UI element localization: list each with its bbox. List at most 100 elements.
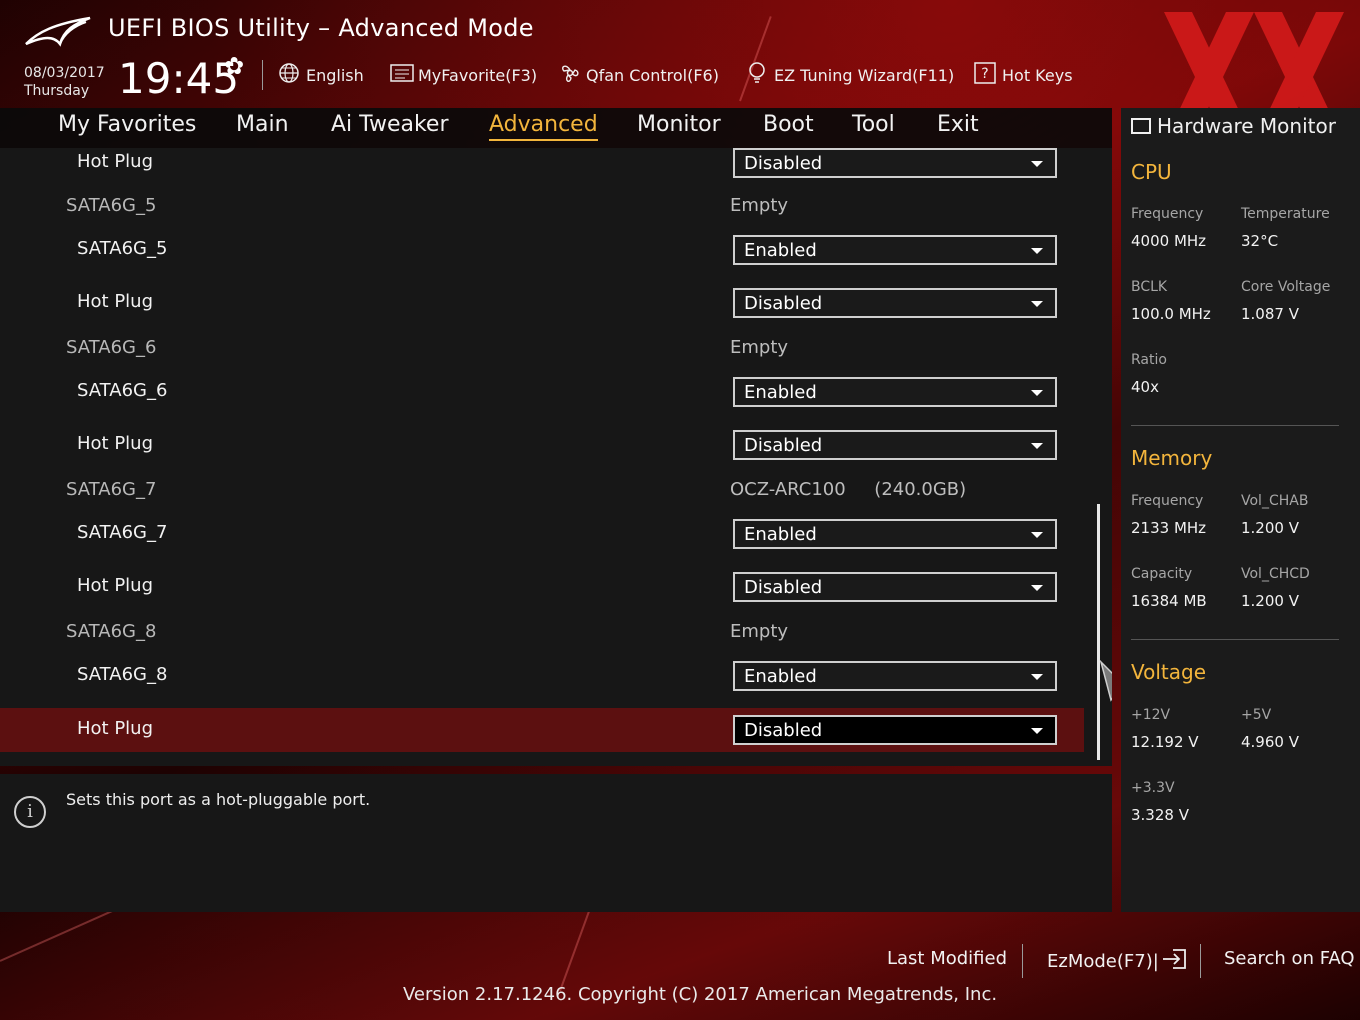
dropdown-value: Enabled bbox=[744, 666, 817, 687]
ezmode-button[interactable]: EzMode(F7)| bbox=[1047, 948, 1187, 975]
v33-value: 3.328 V bbox=[1131, 806, 1189, 824]
settings-gear-icon[interactable]: ✿ bbox=[224, 52, 244, 80]
date-display: 08/03/2017 Thursday bbox=[24, 64, 105, 100]
favorite-list-icon bbox=[390, 63, 414, 88]
exit-arrow-icon bbox=[1161, 948, 1187, 975]
svg-text:?: ? bbox=[981, 66, 988, 82]
tab-my-favorites[interactable]: My Favorites bbox=[58, 112, 196, 137]
globe-icon bbox=[278, 62, 300, 89]
setting-row[interactable]: SATA6G_5 Enabled bbox=[0, 228, 1084, 272]
tab-advanced[interactable]: Advanced bbox=[489, 112, 598, 141]
ratio-label: Ratio bbox=[1131, 352, 1167, 368]
footer-divider bbox=[1022, 944, 1023, 978]
info-icon: i bbox=[14, 796, 46, 828]
chevron-down-icon bbox=[1031, 728, 1043, 734]
setting-dropdown[interactable]: Enabled bbox=[733, 235, 1057, 265]
tab-boot[interactable]: Boot bbox=[763, 112, 814, 137]
date-text: 08/03/2017 bbox=[24, 65, 105, 81]
chevron-down-icon bbox=[1031, 301, 1043, 307]
section-divider bbox=[1131, 425, 1339, 426]
setting-dropdown[interactable]: Disabled bbox=[733, 715, 1057, 745]
chevron-down-icon bbox=[1031, 248, 1043, 254]
v5-label: +5V bbox=[1241, 707, 1272, 723]
setting-row[interactable]: SATA6G_8 Enabled bbox=[0, 654, 1084, 698]
ez-tuning-wizard-label: EZ Tuning Wizard(F11) bbox=[774, 65, 955, 85]
cpu-frequency-label: Frequency bbox=[1131, 206, 1204, 222]
hardware-monitor-label: Hardware Monitor bbox=[1157, 114, 1336, 138]
version-text: Version 2.17.1246. Copyright (C) 2017 Am… bbox=[403, 984, 998, 1005]
capacity-label: Capacity bbox=[1131, 566, 1193, 582]
device-status: OCZ-ARC100 (240.0GB) bbox=[730, 479, 967, 500]
section-divider bbox=[1131, 639, 1339, 640]
footer-divider bbox=[1200, 944, 1201, 978]
setting-row[interactable]: SATA6G_7 Enabled bbox=[0, 512, 1084, 556]
page-title: UEFI BIOS Utility – Advanced Mode bbox=[108, 14, 534, 42]
vol-chab-value: 1.200 V bbox=[1241, 519, 1299, 537]
voltage-heading: Voltage bbox=[1131, 660, 1207, 684]
dropdown-value: Disabled bbox=[744, 577, 823, 598]
tab-ai-tweaker[interactable]: Ai Tweaker bbox=[331, 112, 449, 137]
cpu-temperature-value: 32°C bbox=[1241, 232, 1279, 250]
tab-tool[interactable]: Tool bbox=[852, 112, 895, 137]
setting-dropdown[interactable]: Disabled bbox=[733, 288, 1057, 318]
memory-heading: Memory bbox=[1131, 446, 1213, 470]
language-button[interactable]: English bbox=[278, 60, 364, 90]
cpu-temperature-label: Temperature bbox=[1241, 206, 1330, 222]
setting-dropdown[interactable]: Disabled bbox=[733, 572, 1057, 602]
hot-keys-button[interactable]: ? Hot Keys bbox=[974, 60, 1073, 90]
dropdown-value: Disabled bbox=[744, 153, 823, 174]
dropdown-value: Disabled bbox=[744, 435, 823, 456]
setting-dropdown[interactable]: Disabled bbox=[733, 430, 1057, 460]
help-panel: i Sets this port as a hot-pluggable port… bbox=[0, 774, 1112, 912]
setting-label: SATA6G_8 bbox=[66, 621, 157, 642]
ez-tuning-wizard-button[interactable]: EZ Tuning Wizard(F11) bbox=[746, 60, 954, 90]
setting-dropdown[interactable]: Enabled bbox=[733, 377, 1057, 407]
setting-dropdown[interactable]: Disabled bbox=[733, 148, 1057, 178]
mouse-pointer-icon bbox=[1099, 659, 1112, 702]
setting-row[interactable]: SATA6G_6 Enabled bbox=[0, 370, 1084, 414]
tab-exit[interactable]: Exit bbox=[937, 112, 979, 137]
toolbar-divider bbox=[262, 60, 263, 90]
setting-label: SATA6G_7 bbox=[66, 479, 157, 500]
dropdown-value: Enabled bbox=[744, 240, 817, 261]
bclk-value: 100.0 MHz bbox=[1131, 305, 1211, 323]
tab-monitor[interactable]: Monitor bbox=[637, 112, 721, 137]
qfan-control-button[interactable]: Qfan Control(F6) bbox=[558, 60, 719, 90]
ratio-value: 40x bbox=[1131, 378, 1159, 396]
setting-label: SATA6G_7 bbox=[77, 522, 168, 543]
lightbulb-icon bbox=[746, 61, 768, 90]
cpu-heading: CPU bbox=[1131, 160, 1172, 184]
my-favorite-label: MyFavorite(F3) bbox=[418, 65, 538, 85]
clock-time: 19:45 bbox=[118, 54, 240, 103]
chevron-down-icon bbox=[1031, 674, 1043, 680]
setting-dropdown[interactable]: Enabled bbox=[733, 661, 1057, 691]
device-status: Empty bbox=[730, 621, 789, 642]
vol-chcd-value: 1.200 V bbox=[1241, 592, 1299, 610]
setting-label: Hot Plug bbox=[77, 433, 154, 454]
last-modified-button[interactable]: Last Modified bbox=[887, 948, 1007, 969]
chevron-down-icon bbox=[1031, 532, 1043, 538]
setting-row[interactable]: Hot Plug Disabled bbox=[0, 148, 1084, 185]
setting-row[interactable]: Hot Plug Disabled bbox=[0, 423, 1084, 467]
device-info-row: SATA6G_5 Empty bbox=[0, 185, 1084, 229]
device-info-row: SATA6G_8 Empty bbox=[0, 611, 1084, 655]
setting-row[interactable]: Hot Plug Disabled bbox=[0, 281, 1084, 325]
my-favorite-button[interactable]: MyFavorite(F3) bbox=[390, 60, 537, 90]
scrollbar[interactable] bbox=[1097, 504, 1100, 760]
setting-label: SATA6G_5 bbox=[66, 195, 157, 216]
bclk-label: BCLK bbox=[1131, 279, 1168, 295]
tab-main[interactable]: Main bbox=[236, 112, 289, 137]
ezmode-label: EzMode(F7)| bbox=[1047, 951, 1159, 972]
setting-label: Hot Plug bbox=[77, 575, 154, 596]
setting-row[interactable]: Hot Plug Disabled bbox=[0, 565, 1084, 609]
hot-keys-label: Hot Keys bbox=[1002, 65, 1073, 85]
dropdown-value: Disabled bbox=[744, 720, 823, 741]
setting-label: Hot Plug bbox=[77, 151, 154, 172]
core-voltage-value: 1.087 V bbox=[1241, 305, 1299, 323]
settings-panel: Hot Plug Disabled SATA6G_5 Empty SATA6G_5 Ena… bbox=[0, 148, 1112, 766]
search-faq-button[interactable]: Search on FAQ bbox=[1224, 948, 1355, 969]
setting-row[interactable]: Hot Plug Disabled bbox=[0, 708, 1084, 752]
hardware-monitor-panel: Hardware Monitor CPU Frequency 4000 MHz … bbox=[1121, 108, 1360, 912]
setting-dropdown[interactable]: Enabled bbox=[733, 519, 1057, 549]
hardware-monitor-title: Hardware Monitor bbox=[1131, 114, 1336, 138]
